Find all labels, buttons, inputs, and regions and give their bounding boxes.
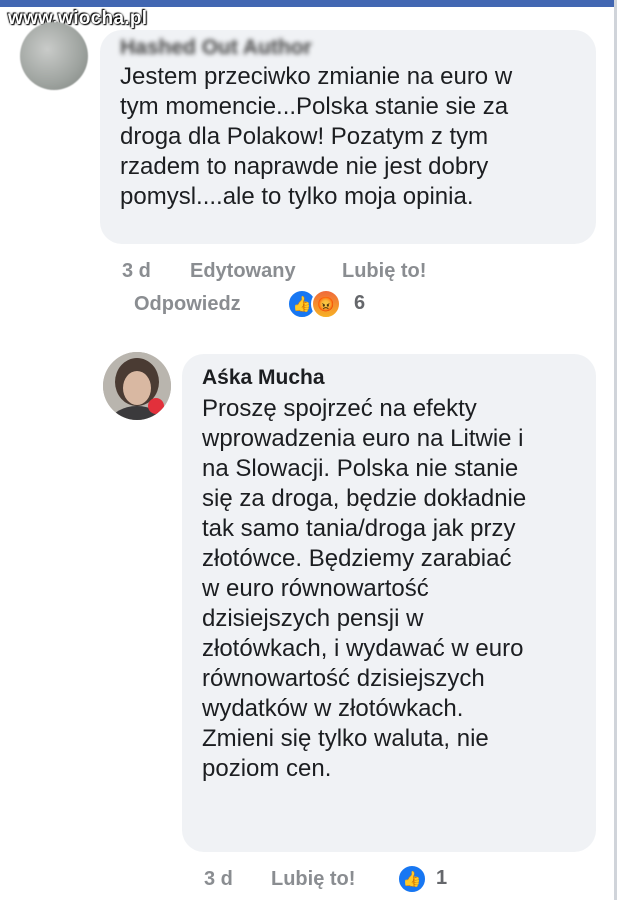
watermark: www.wiocha.pl (8, 8, 148, 29)
comment-time[interactable]: 3 d (122, 260, 151, 283)
reaction-count[interactable]: 6 (354, 292, 365, 315)
edited-label[interactable]: Edytowany (190, 260, 296, 283)
comment-author[interactable]: Aśka Mucha (202, 366, 325, 390)
reply-button[interactable]: Odpowiedz (134, 293, 241, 316)
comment-author[interactable]: Hashed Out Author (120, 36, 312, 60)
like-icon[interactable]: 👍 (397, 864, 427, 894)
avatar[interactable] (103, 352, 171, 420)
avatar[interactable] (20, 22, 88, 90)
angry-icon[interactable]: 😡 (311, 289, 341, 319)
top-bar (0, 0, 617, 7)
comment-time[interactable]: 3 d (204, 868, 233, 891)
like-button[interactable]: Lubię to! (271, 868, 355, 891)
comment-text: Jestem przeciwko zmianie na euro w tym m… (120, 63, 513, 210)
like-button[interactable]: Lubię to! (342, 260, 426, 283)
reaction-count[interactable]: 1 (436, 867, 447, 890)
comment-text: Proszę spojrzeć na efekty wprowadzenia e… (202, 395, 527, 782)
avatar-photo (103, 352, 171, 420)
